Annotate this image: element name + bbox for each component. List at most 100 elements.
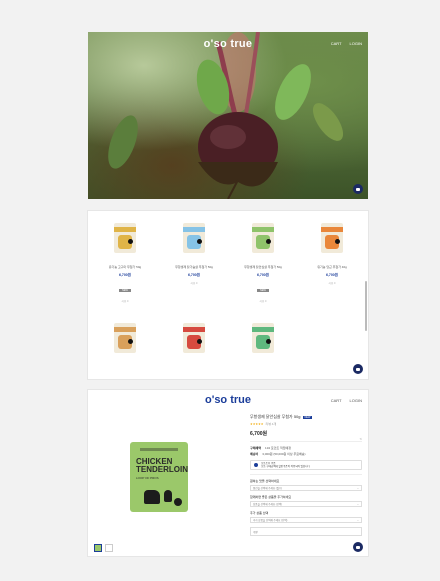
coupon-text: 오쏘트루 쿠폰 오쏘 구매금액에 할인쿠폰이 적용되어 있습니다	[261, 462, 310, 468]
option-select[interactable]: 추가 상품을 선택해 주세요 (선택) ⌄	[250, 517, 362, 523]
option-label: 함께하면 좋은 상품을 추가하세요	[250, 495, 292, 499]
login-link[interactable]: LOGIN	[350, 398, 362, 403]
cart-link[interactable]: CART	[331, 41, 342, 46]
product-price: 6,700원	[119, 273, 131, 277]
package-subtitle: LOOP OF PROS	[136, 476, 159, 480]
dog-illustration	[144, 490, 160, 504]
option-select[interactable]: 상품을 선택해 주세요 (선택) ⌄	[250, 501, 362, 507]
product-detail-section: o'so true CART LOGIN CHICKEN TENDERLOIN L…	[88, 390, 368, 556]
product-card[interactable]	[237, 323, 289, 353]
package-seal	[174, 498, 182, 506]
thumbnail[interactable]	[94, 544, 102, 552]
package-label	[252, 327, 274, 332]
product-price: 6,700원	[188, 273, 200, 277]
package-mark	[266, 239, 271, 244]
top-nav: CART LOGIN	[331, 41, 362, 46]
coupon-desc: 오쏘 구매금액에 할인쿠폰이 적용되어 있습니다	[261, 465, 310, 468]
product-price: 6,700원	[326, 273, 338, 277]
product-name: 무항생제 닭가슴살 무첨가 50g	[175, 265, 213, 269]
package-mark	[335, 239, 340, 244]
login-link[interactable]: LOGIN	[350, 41, 362, 46]
thumbnail-strip	[94, 544, 113, 552]
row-value: 3,000원 (50,000원 이상 무료배송)	[262, 452, 306, 456]
product-review-count: 리뷰 0	[259, 300, 267, 303]
coupon-icon	[254, 463, 258, 467]
new-badge: NEW	[302, 416, 313, 419]
scrollbar[interactable]	[365, 281, 367, 331]
thumbnail[interactable]	[105, 544, 113, 552]
chevron-down-icon: ⌄	[356, 518, 359, 522]
chat-icon	[356, 187, 360, 191]
product-review-count: 리뷰 0	[121, 300, 129, 303]
chat-button[interactable]	[353, 542, 363, 552]
brand-logo[interactable]: o'so true	[88, 394, 368, 406]
product-card[interactable]	[168, 323, 220, 353]
brand-logo[interactable]: o'so true	[88, 38, 368, 50]
rating-stars: ★★★★★	[250, 422, 264, 426]
product-review-count: 리뷰 0	[328, 282, 336, 285]
product-info: 무항생제 닭안심살 무첨가 50g NEW ★★★★★ 리뷰 4개 6,700원 <…	[250, 414, 362, 536]
benefit-row: 구매혜택 134 포인트 적립예정	[250, 446, 362, 450]
product-image	[114, 223, 136, 253]
product-name: 무항생제 닭안심살 무첨가 50g	[244, 265, 282, 269]
package-title: CHICKEN TENDERLOIN	[136, 458, 188, 474]
package-mark	[266, 339, 271, 344]
option-select[interactable]: 옵션을 선택해 주세요 (필수) ⌄	[250, 485, 362, 491]
quantity-stepper[interactable]: 수량	[250, 527, 362, 536]
product-card[interactable]: 무항생제 닭안심살 무첨가 50g 6,700원 NEW 리뷰 0	[237, 223, 289, 303]
coupon-box[interactable]: 오쏘트루 쿠폰 오쏘 구매금액에 할인쿠폰이 적용되어 있습니다	[250, 460, 362, 470]
package-label	[321, 227, 343, 232]
review-count: 리뷰 4개	[265, 422, 277, 426]
product-title-text: 무항생제 닭안심살 무첨가 50g	[250, 414, 301, 419]
option-value: 옵션을 선택해 주세요 (필수)	[253, 487, 283, 490]
product-grid-section: 유기농 고구마 무첨가 50g 6,700원 NEW 리뷰 0 무항생제 닭가슴…	[88, 211, 368, 379]
top-nav: CART LOGIN	[331, 398, 362, 403]
option-value: 상품을 선택해 주세요 (선택)	[253, 503, 283, 506]
product-name: 유기농 고구마 무첨가 50g	[108, 265, 142, 269]
row-label: 배송비	[250, 452, 259, 456]
product-price: 6,700원	[250, 431, 268, 437]
package-mark	[128, 339, 133, 344]
product-card[interactable]: 유기농 고구마 무첨가 50g 6,700원 NEW 리뷰 0	[99, 223, 151, 303]
row-value: 134 포인트 적립예정	[265, 446, 292, 450]
cat-illustration	[164, 490, 172, 502]
rating[interactable]: ★★★★★ 리뷰 4개	[250, 422, 362, 426]
chevron-down-icon: ⌄	[356, 486, 359, 490]
product-review-count: 리뷰 0	[190, 282, 198, 285]
quantity-label: 수량	[253, 531, 258, 534]
chevron-down-icon: ⌄	[356, 502, 359, 506]
package-label	[252, 227, 274, 232]
share-icon[interactable]: <	[360, 436, 362, 441]
product-main-image: CHICKEN TENDERLOIN LOOP OF PROS	[130, 442, 188, 512]
product-badge: NEW	[119, 289, 131, 292]
product-image	[183, 223, 205, 253]
package-mark	[128, 239, 133, 244]
package-label	[183, 327, 205, 332]
package-title-line2: TENDERLOIN	[136, 465, 188, 474]
chat-icon	[356, 367, 360, 371]
product-card[interactable]: 유기농 당근 무첨가 40g 6,700원 리뷰 0	[306, 223, 358, 285]
row-label: 구매혜택	[250, 446, 262, 450]
beet-photo	[108, 32, 344, 199]
divider	[250, 441, 362, 442]
chat-button[interactable]	[353, 364, 363, 374]
product-image	[114, 323, 136, 353]
cart-link[interactable]: CART	[331, 398, 342, 403]
product-image	[252, 223, 274, 253]
divider	[250, 474, 362, 475]
chat-icon	[356, 545, 360, 549]
package-label	[114, 227, 136, 232]
shipping-row: 배송비 3,000원 (50,000원 이상 무료배송)	[250, 452, 362, 456]
product-image	[183, 323, 205, 353]
product-image	[252, 323, 274, 353]
package-label	[183, 227, 205, 232]
package-mark	[197, 239, 202, 244]
product-card[interactable]	[99, 323, 151, 353]
option-label: 원하는 맛을 선택하세요	[250, 479, 280, 483]
product-title: 무항생제 닭안심살 무첨가 50g NEW	[250, 414, 362, 420]
chat-button[interactable]	[353, 184, 363, 194]
product-name: 유기농 당근 무첨가 40g	[317, 265, 347, 269]
product-price: 6,700원	[257, 273, 269, 277]
product-badge: NEW	[257, 289, 269, 292]
product-card[interactable]: 무항생제 닭가슴살 무첨가 50g 6,700원 리뷰 0	[168, 223, 220, 285]
